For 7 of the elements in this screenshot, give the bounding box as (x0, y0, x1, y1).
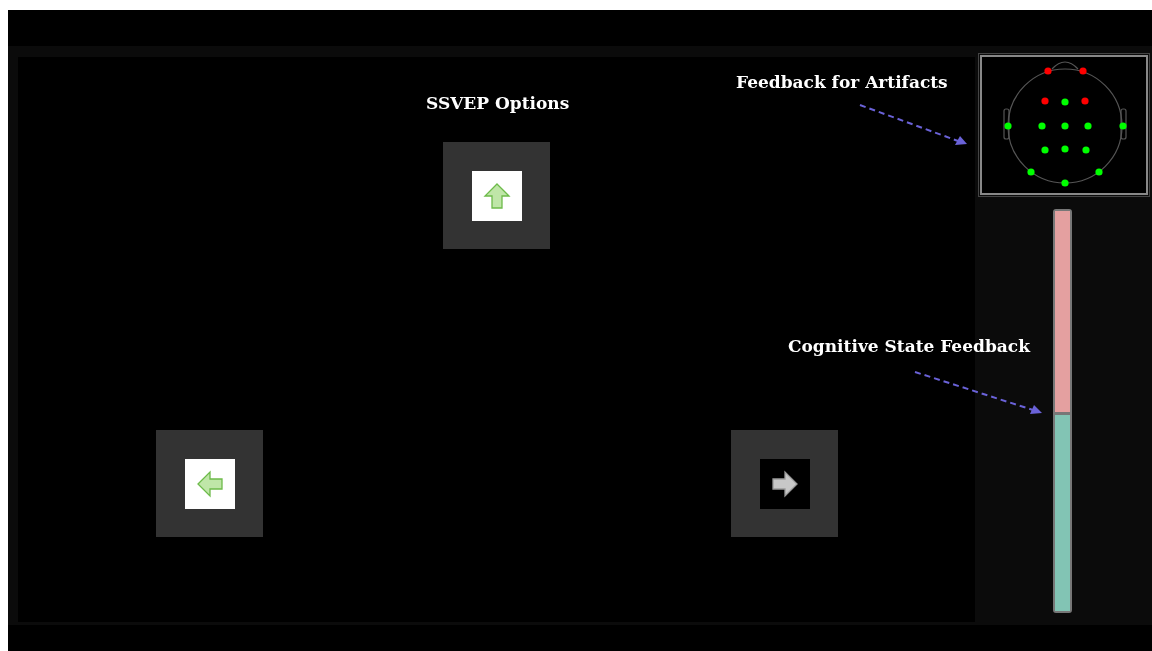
stimulus-tile[interactable] (156, 430, 263, 537)
arrow-right-icon (769, 468, 800, 499)
annotation-label: SSVEP Options (426, 93, 570, 113)
stimulus-tile[interactable] (731, 430, 838, 537)
annotation-label: Feedback for Artifacts (736, 72, 948, 92)
stimulus-tile[interactable] (443, 142, 550, 249)
annotation-label: Cognitive State Feedback (788, 336, 1030, 356)
